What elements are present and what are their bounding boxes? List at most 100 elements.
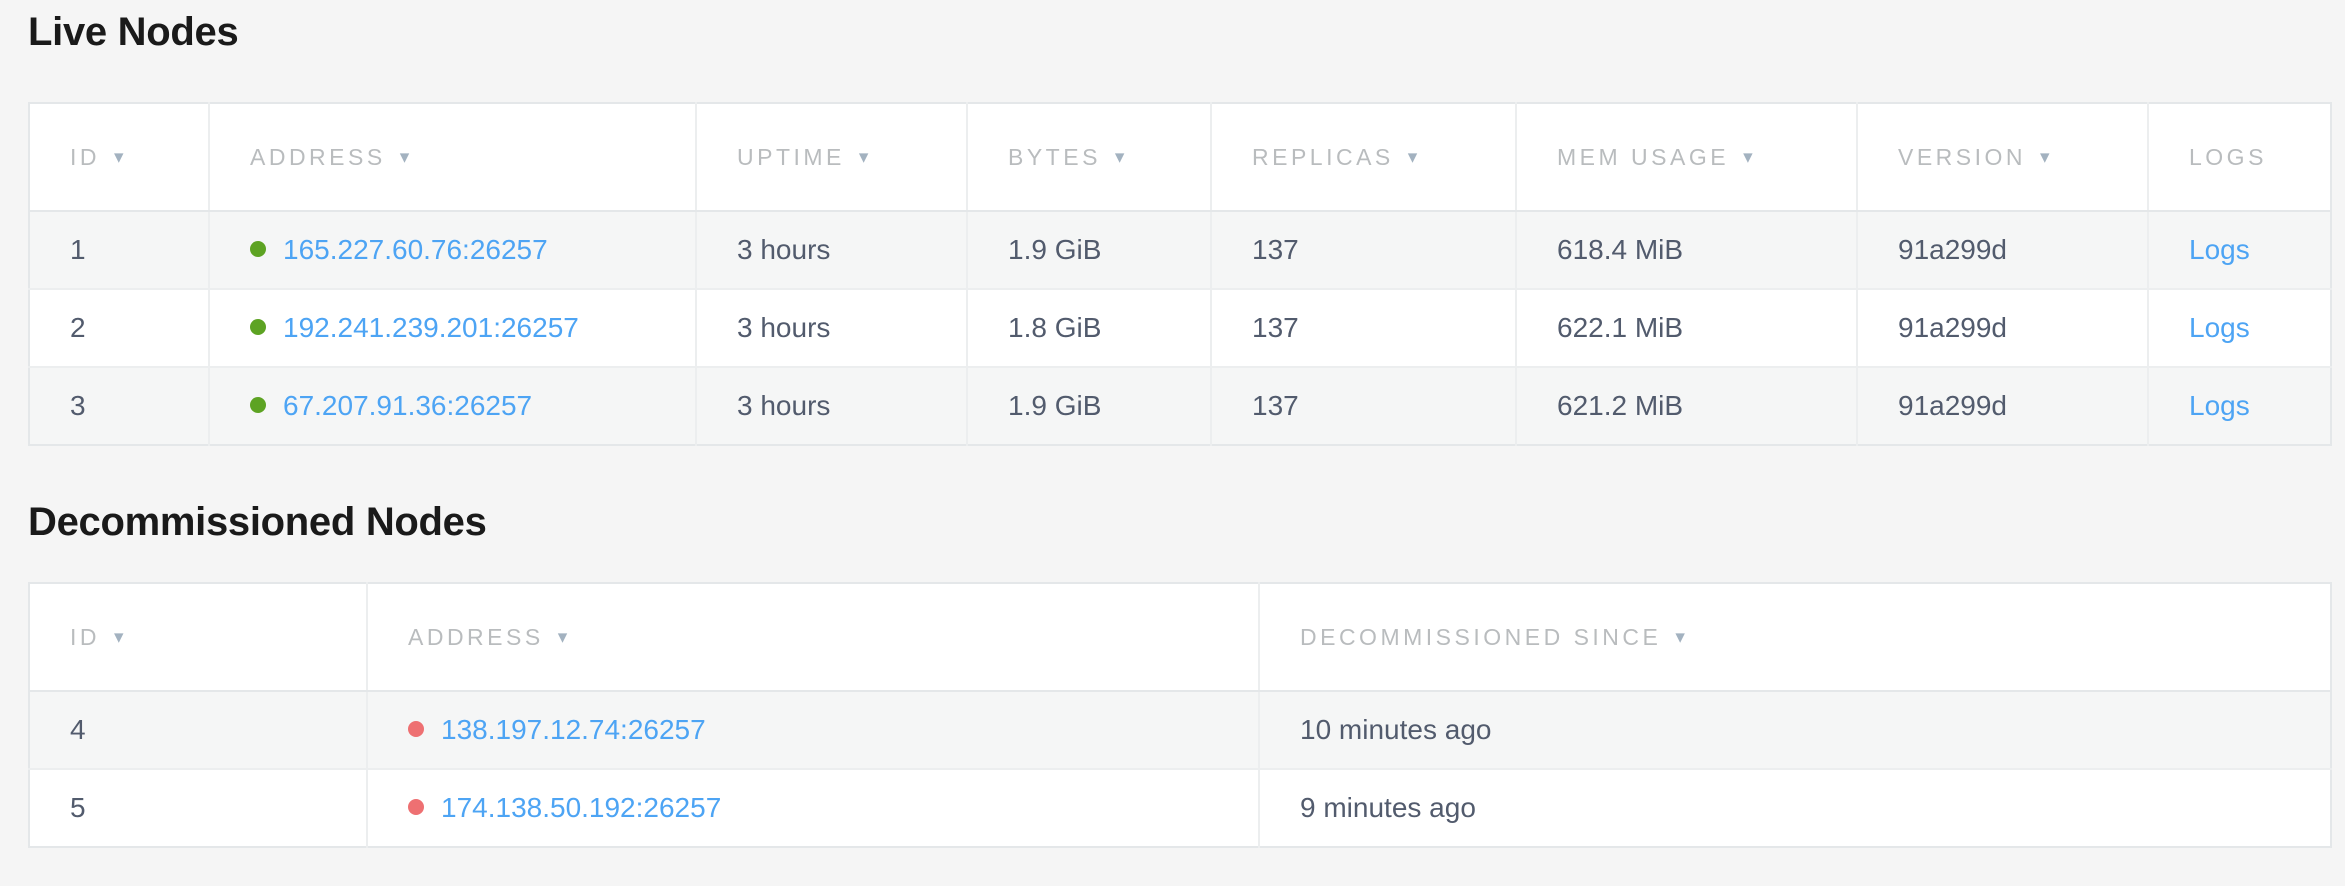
live-status-icon: [250, 241, 266, 257]
column-header-bytes[interactable]: BYTES ▾: [967, 103, 1211, 211]
table-row: 2 192.241.239.201:26257 3 hours 1.8 GiB …: [29, 289, 2331, 367]
logs-link[interactable]: Logs: [2189, 390, 2250, 421]
node-replicas: 137: [1252, 312, 1299, 343]
table-row: 4 138.197.12.74:26257 10 minutes ago: [29, 691, 2331, 769]
column-header-decommissioned-since[interactable]: DECOMMISSIONED SINCE ▾: [1259, 583, 2331, 691]
node-mem-usage-cell: 618.4 MiB: [1516, 211, 1857, 289]
column-header-label: UPTIME: [737, 144, 845, 170]
logs-link[interactable]: Logs: [2189, 312, 2250, 343]
table-row: 3 67.207.91.36:26257 3 hours 1.9 GiB 137…: [29, 367, 2331, 445]
node-replicas-cell: 137: [1211, 211, 1516, 289]
live-nodes-title: Live Nodes: [28, 8, 2330, 56]
node-mem-usage: 618.4 MiB: [1557, 234, 1683, 265]
live-table-header-row: ID▾ ADDRESS ▾ UPTIME ▾ BYTES ▾ REPLICAS ▾ ME…: [29, 103, 2331, 211]
node-address-link[interactable]: 67.207.91.36:26257: [283, 390, 532, 421]
node-uptime: 3 hours: [737, 312, 830, 343]
sort-arrow-icon: ▾: [1408, 146, 1418, 169]
node-uptime-cell: 3 hours: [696, 211, 967, 289]
sort-arrow-icon: ▾: [1115, 146, 1125, 169]
node-version: 91a299d: [1898, 390, 2007, 421]
column-header-uptime[interactable]: UPTIME ▾: [696, 103, 967, 211]
node-bytes: 1.9 GiB: [1008, 390, 1101, 421]
node-uptime-cell: 3 hours: [696, 367, 967, 445]
node-id-cell: 4: [29, 691, 367, 769]
column-header-replicas[interactable]: REPLICAS ▾: [1211, 103, 1516, 211]
column-header-address[interactable]: ADDRESS ▾: [367, 583, 1259, 691]
sort-arrow-icon: ▾: [859, 146, 869, 169]
node-uptime-cell: 3 hours: [696, 289, 967, 367]
column-header-id[interactable]: ID▾: [29, 103, 209, 211]
node-id: 5: [70, 792, 86, 823]
node-address-link[interactable]: 165.227.60.76:26257: [283, 234, 548, 265]
column-header-label: BYTES: [1008, 144, 1101, 170]
sort-arrow-icon: ▾: [114, 626, 124, 649]
column-header-mem-usage[interactable]: MEM USAGE ▾: [1516, 103, 1857, 211]
table-row: 5 174.138.50.192:26257 9 minutes ago: [29, 769, 2331, 847]
decommissioned-since: 10 minutes ago: [1300, 714, 1491, 745]
decommissioned-since-cell: 9 minutes ago: [1259, 769, 2331, 847]
column-header-id[interactable]: ID ▾: [29, 583, 367, 691]
column-header-address[interactable]: ADDRESS ▾: [209, 103, 696, 211]
column-header-label: ADDRESS: [408, 624, 544, 650]
node-logs-cell: Logs: [2148, 367, 2331, 445]
sort-arrow-icon: ▾: [1743, 146, 1753, 169]
decommissioned-since-cell: 10 minutes ago: [1259, 691, 2331, 769]
node-version: 91a299d: [1898, 312, 2007, 343]
sort-arrow-icon: ▾: [114, 146, 124, 169]
node-id-cell: 1: [29, 211, 209, 289]
logs-link[interactable]: Logs: [2189, 234, 2250, 265]
sort-arrow-icon: ▾: [1675, 626, 1685, 649]
node-id: 2: [70, 312, 86, 343]
decommissioned-since: 9 minutes ago: [1300, 792, 1476, 823]
node-version-cell: 91a299d: [1857, 367, 2148, 445]
node-version-cell: 91a299d: [1857, 211, 2148, 289]
column-header-label: ID: [70, 624, 100, 650]
node-mem-usage: 622.1 MiB: [1557, 312, 1683, 343]
node-logs-cell: Logs: [2148, 211, 2331, 289]
column-header-label: DECOMMISSIONED SINCE: [1300, 624, 1661, 650]
sort-arrow-icon: ▾: [400, 146, 410, 169]
column-header-label: MEM USAGE: [1557, 144, 1729, 170]
node-mem-usage-cell: 621.2 MiB: [1516, 367, 1857, 445]
node-version: 91a299d: [1898, 234, 2007, 265]
decommissioned-status-icon: [408, 721, 424, 737]
node-id-cell: 2: [29, 289, 209, 367]
node-uptime: 3 hours: [737, 234, 830, 265]
column-header-version[interactable]: VERSION▾: [1857, 103, 2148, 211]
node-address-cell: 165.227.60.76:26257: [209, 211, 696, 289]
node-mem-usage-cell: 622.1 MiB: [1516, 289, 1857, 367]
node-address-cell: 67.207.91.36:26257: [209, 367, 696, 445]
live-nodes-table: ID▾ ADDRESS ▾ UPTIME ▾ BYTES ▾ REPLICAS ▾ ME…: [28, 102, 2332, 446]
node-id-cell: 5: [29, 769, 367, 847]
node-replicas: 137: [1252, 234, 1299, 265]
node-bytes-cell: 1.8 GiB: [967, 289, 1211, 367]
live-status-icon: [250, 397, 266, 413]
node-id: 3: [70, 390, 86, 421]
node-bytes-cell: 1.9 GiB: [967, 367, 1211, 445]
node-version-cell: 91a299d: [1857, 289, 2148, 367]
decommissioned-nodes-title: Decommissioned Nodes: [28, 498, 2330, 546]
node-address-link[interactable]: 192.241.239.201:26257: [283, 312, 579, 343]
node-bytes: 1.9 GiB: [1008, 234, 1101, 265]
decommissioned-nodes-table: ID ▾ ADDRESS ▾ DECOMMISSIONED SINCE ▾ 4 138…: [28, 582, 2332, 848]
node-replicas: 137: [1252, 390, 1299, 421]
column-header-label: REPLICAS: [1252, 144, 1394, 170]
nodes-page: Live Nodes ID▾ ADDRESS▾ UPTIME▾ BYTES▾ R…: [0, 0, 2345, 886]
node-uptime: 3 hours: [737, 390, 830, 421]
node-id-cell: 3: [29, 367, 209, 445]
live-status-icon: [250, 319, 266, 335]
column-header-label: VERSION: [1898, 144, 2026, 170]
node-address-link[interactable]: 138.197.12.74:26257: [441, 714, 706, 745]
column-header-label: ADDRESS: [250, 144, 386, 170]
node-address-link[interactable]: 174.138.50.192:26257: [441, 792, 721, 823]
node-id: 4: [70, 714, 86, 745]
table-row: 1 165.227.60.76:26257 3 hours 1.9 GiB 13…: [29, 211, 2331, 289]
node-replicas-cell: 137: [1211, 367, 1516, 445]
node-address-cell: 138.197.12.74:26257: [367, 691, 1259, 769]
column-header-label: LOGS: [2189, 144, 2267, 170]
column-header-logs: LOGS: [2148, 103, 2331, 211]
sort-arrow-icon: ▾: [558, 626, 568, 649]
decommissioned-status-icon: [408, 799, 424, 815]
node-bytes-cell: 1.9 GiB: [967, 211, 1211, 289]
node-id: 1: [70, 234, 86, 265]
